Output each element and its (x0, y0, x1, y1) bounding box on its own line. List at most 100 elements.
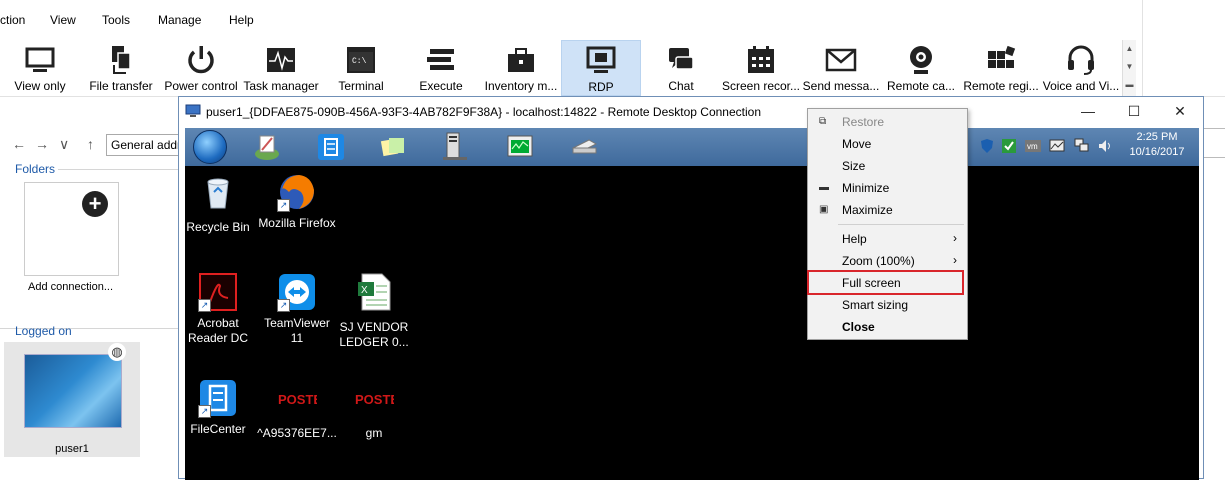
session-card[interactable]: ◍ puser1 (4, 342, 140, 457)
divider (58, 169, 178, 170)
svg-text:POSTED: POSTED (278, 392, 317, 407)
submenu-arrow-icon: › (953, 253, 957, 267)
inventory-icon (508, 48, 534, 72)
remote-desktop-icon (185, 104, 201, 117)
desktop-icon-gm[interactable]: POSTED gm (334, 378, 414, 441)
menu-item-move[interactable]: Move (808, 133, 967, 155)
chat-icon (669, 48, 694, 70)
send-message-button[interactable]: Send messa... (801, 40, 881, 96)
execute-icon (427, 49, 454, 70)
shield-tray-icon[interactable] (979, 138, 995, 154)
filecenter-icon: ↗ (198, 378, 238, 418)
menu-help[interactable]: Help (229, 13, 254, 27)
maximize-button[interactable]: ☐ (1111, 97, 1157, 126)
menu-item-restore[interactable]: ⧉ Restore (808, 111, 967, 133)
svg-text:vm: vm (1027, 142, 1038, 151)
rdp-window[interactable]: puser1_{DDFAE875-090B-456A-93F3-4AB782F9… (178, 96, 1204, 480)
system-clock[interactable]: 2:25 PM 10/16/2017 (1127, 130, 1187, 160)
posted-stamp-icon: POSTED (355, 392, 408, 407)
server-icon[interactable] (440, 132, 470, 162)
terminal-icon: C:\ (347, 47, 375, 73)
start-button[interactable] (193, 130, 227, 164)
logged-on-title: Logged on (15, 324, 72, 338)
scanner-icon[interactable] (569, 132, 599, 162)
terminal-button[interactable]: C:\ Terminal (321, 40, 401, 96)
menu-item-smart-sizing[interactable]: Smart sizing (808, 294, 967, 316)
scroll-up-icon[interactable]: ▲ (1123, 40, 1136, 58)
menu-item-maximize[interactable]: ▣ Maximize (808, 199, 967, 221)
performance-tray-icon[interactable] (1049, 138, 1065, 154)
search-input[interactable] (1203, 128, 1225, 158)
desktop-icon-teamviewer[interactable]: ↗ TeamViewer 11 (257, 272, 337, 346)
menu-bar: ction View Tools Manage Help (0, 0, 1225, 40)
task-manager-icon (267, 48, 295, 72)
menu-item-help[interactable]: Help › (808, 228, 967, 250)
menu-manage[interactable]: Manage (158, 13, 201, 27)
shortcut-arrow-icon: ↗ (277, 199, 290, 212)
file-transfer-button[interactable]: File transfer (81, 40, 161, 96)
history-dropdown-icon[interactable]: ∨ (59, 136, 69, 153)
remote-camera-button[interactable]: Remote ca... (881, 40, 961, 96)
execute-button[interactable]: Execute (401, 40, 481, 96)
submenu-arrow-icon: › (953, 231, 957, 245)
desktop-icon-label: FileCenter (190, 422, 246, 436)
desktop-icon-label: Acrobat Reader DC (187, 316, 249, 345)
screen-recorder-button[interactable]: Screen recor... (721, 40, 801, 96)
menu-view[interactable]: View (50, 13, 76, 27)
menu-item-close[interactable]: Close (808, 316, 967, 338)
remote-desktop-area[interactable]: Recycle Bin ↗ Mozilla Firefox ↗ Acrobat … (185, 166, 1199, 480)
inventory-manager-button[interactable]: Inventory m... (481, 40, 561, 96)
vmware-tray-icon[interactable]: vm (1025, 138, 1041, 154)
scroll-down-icon[interactable]: ▼ (1123, 58, 1136, 76)
sticky-notes-icon[interactable] (378, 132, 408, 162)
acrobat-icon: ↗ (198, 272, 238, 312)
address-field[interactable]: General addre (106, 134, 180, 156)
remote-taskbar: vm 2:25 PM 10/16/2017 (185, 128, 1199, 166)
menu-tools[interactable]: Tools (102, 13, 130, 27)
menu-item-minimize[interactable]: ▬ Minimize (808, 177, 967, 199)
rdp-title-bar[interactable]: puser1_{DDFAE875-090B-456A-93F3-4AB782F9… (179, 97, 1203, 126)
back-arrow-icon[interactable]: ← (12, 136, 26, 152)
desktop-icon-recycle-bin[interactable]: Recycle Bin (178, 172, 258, 235)
headset-icon (1068, 45, 1094, 75)
filecenter-icon[interactable] (316, 132, 346, 162)
menu-item-zoom[interactable]: Zoom (100%) › (808, 250, 967, 272)
power-icon (188, 46, 214, 74)
up-arrow-icon[interactable]: ↑ (87, 136, 94, 152)
screen-recorder-icon (748, 46, 774, 73)
desktop-icon-excel-file[interactable]: X SJ VENDOR LEDGER 0... (334, 272, 414, 350)
envelope-icon (825, 48, 857, 72)
task-manager-button[interactable]: Task manager (241, 40, 321, 96)
voice-video-button[interactable]: Voice and Vi... (1041, 40, 1121, 96)
task-manager-window-icon[interactable] (505, 132, 535, 162)
chat-button[interactable]: Chat (641, 40, 721, 96)
session-thumbnail (24, 354, 122, 428)
shortcut-arrow-icon: ↗ (198, 405, 211, 418)
teamviewer-icon: ↗ (277, 272, 317, 312)
clock-time: 2:25 PM (1136, 131, 1178, 143)
menu-connection[interactable]: ction (0, 13, 25, 27)
add-connection-label: Add connection... (28, 281, 114, 293)
check-tray-icon[interactable] (1001, 138, 1017, 154)
add-connection-card[interactable]: + (24, 182, 119, 276)
desktop-icon-firefox[interactable]: ↗ Mozilla Firefox (257, 172, 337, 231)
power-control-button[interactable]: Power control (161, 40, 241, 96)
forward-arrow-icon[interactable]: → (35, 136, 49, 152)
svg-text:C:\: C:\ (352, 57, 367, 66)
remote-registry-button[interactable]: Remote regi... (961, 40, 1041, 96)
view-only-button[interactable]: View only (0, 40, 80, 96)
ribbon-scrollbar[interactable]: ▲ ▼ ▬ (1122, 40, 1136, 96)
notepad-pen-icon[interactable] (252, 132, 282, 162)
desktop-icon-label: gm (365, 426, 383, 440)
desktop-icon-posted-file[interactable]: POSTED ^A95376EE7... (257, 378, 337, 441)
desktop-icon-filecenter[interactable]: ↗ FileCenter (178, 378, 258, 437)
rdp-button[interactable]: RDP (561, 40, 641, 96)
menu-item-size[interactable]: Size (808, 155, 967, 177)
file-transfer-icon (112, 46, 131, 74)
close-button[interactable]: ✕ (1157, 97, 1203, 126)
volume-tray-icon[interactable] (1097, 138, 1113, 154)
desktop-icon-acrobat[interactable]: ↗ Acrobat Reader DC (178, 272, 258, 346)
minimize-button[interactable]: — (1065, 97, 1111, 126)
network-tray-icon[interactable] (1073, 138, 1089, 154)
scroll-expand-icon[interactable]: ▬ (1123, 76, 1136, 94)
